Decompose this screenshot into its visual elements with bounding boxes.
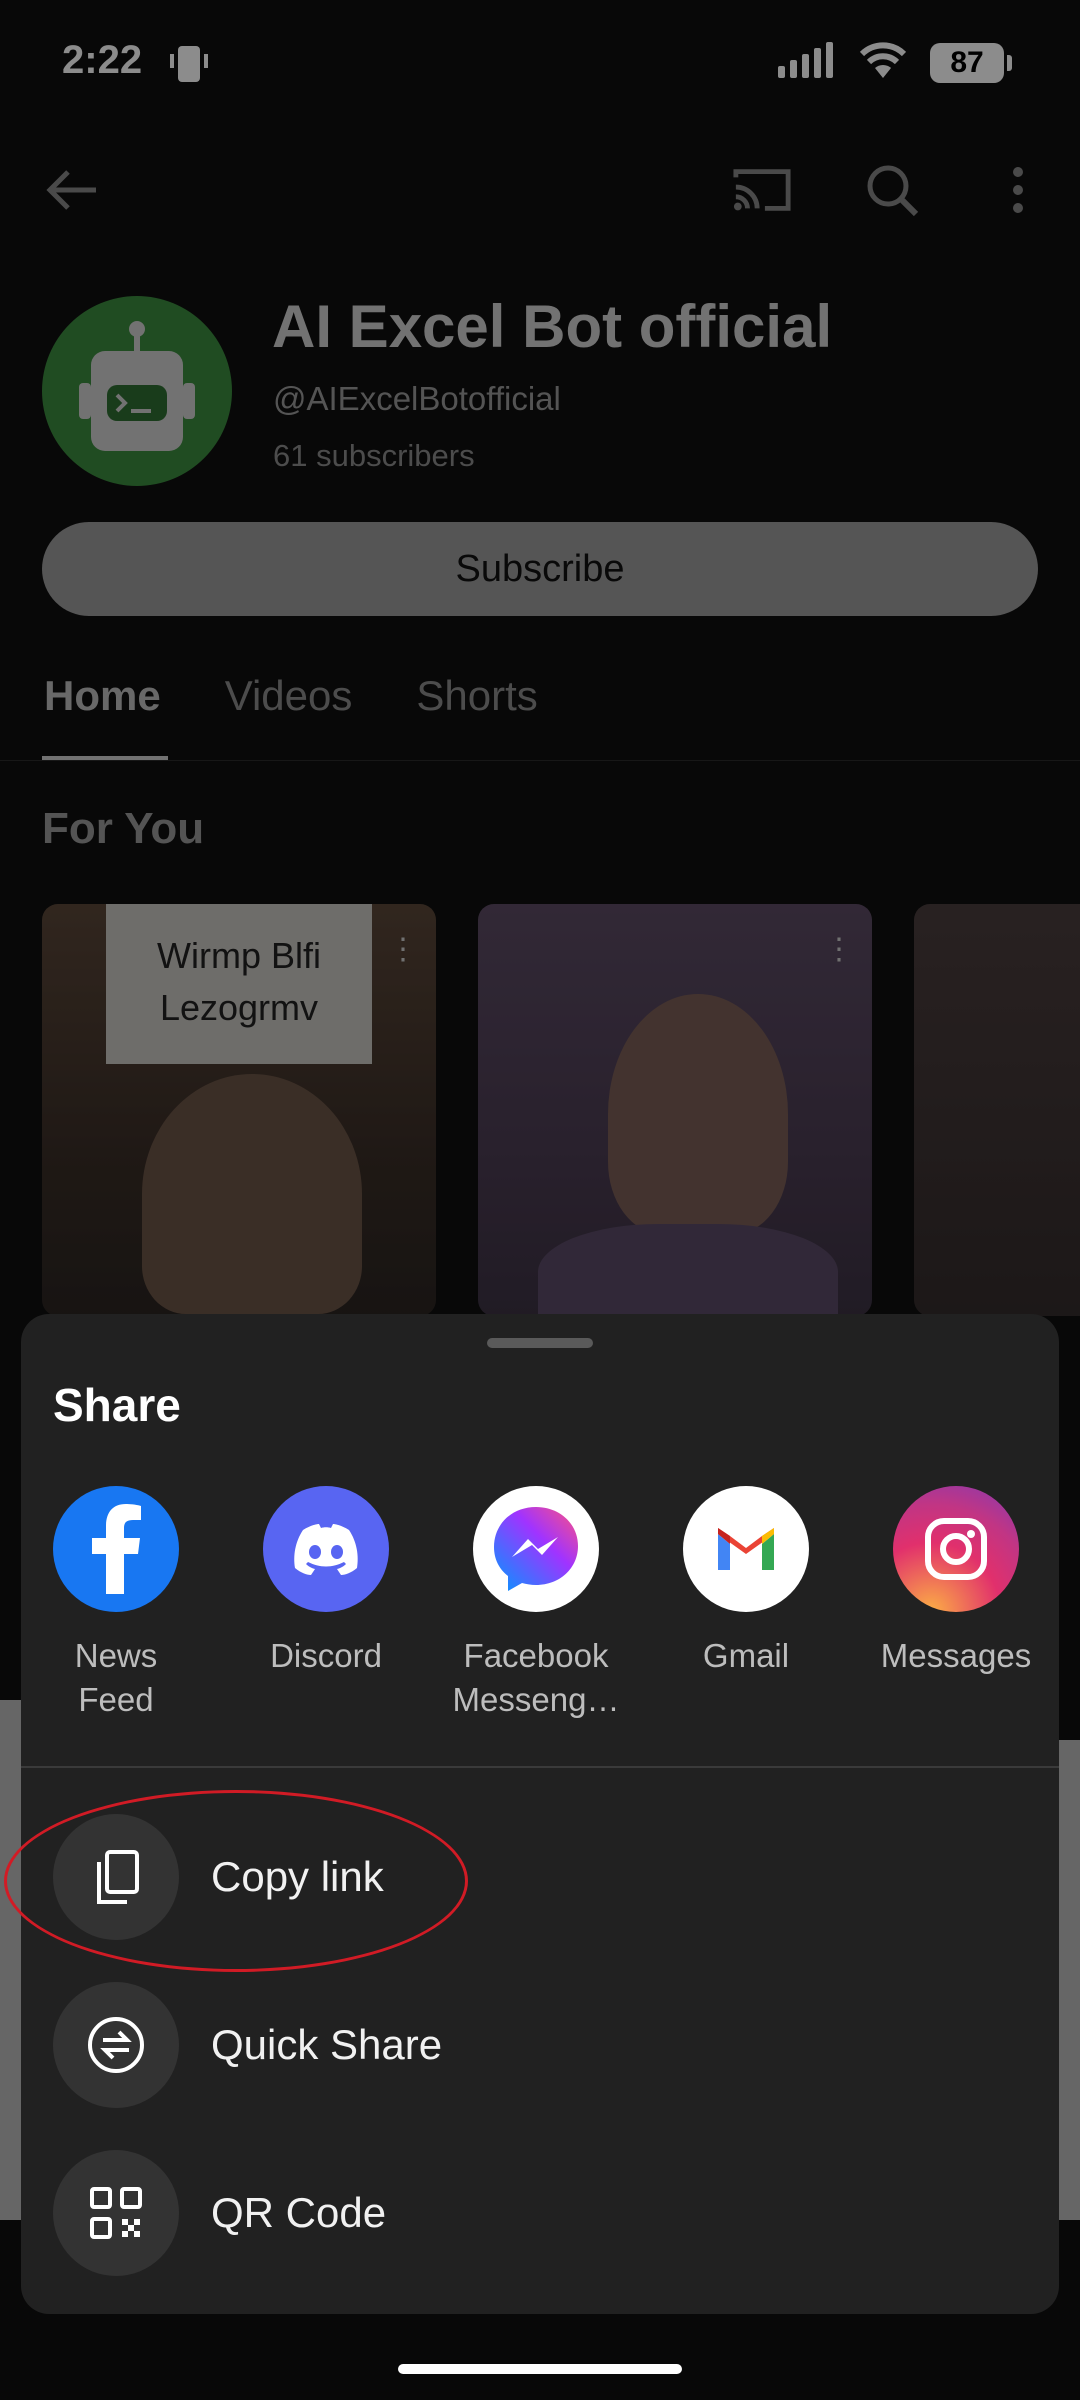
- facebook-icon: [53, 1486, 179, 1612]
- share-title: Share: [53, 1379, 181, 1431]
- share-app-label: Gmail: [702, 1637, 790, 1674]
- qr-code-icon: [53, 2150, 179, 2276]
- share-app-label: News Feed: [74, 1637, 158, 1718]
- instagram-icon: [893, 1486, 1019, 1612]
- discord-icon: [263, 1486, 389, 1612]
- share-app-discord[interactable]: Discord: [226, 1486, 426, 1678]
- share-app-news-feed[interactable]: News Feed: [16, 1486, 216, 1722]
- messenger-icon: [473, 1486, 599, 1612]
- quick-share-button[interactable]: Quick Share: [53, 1982, 1013, 2108]
- share-app-label: Messages: [880, 1637, 1032, 1674]
- qr-code-button[interactable]: QR Code: [53, 2150, 1013, 2276]
- share-app-label: Facebook Messeng…: [452, 1637, 620, 1718]
- home-indicator[interactable]: [398, 2364, 682, 2374]
- gmail-icon: [683, 1486, 809, 1612]
- share-app-label: Discord: [270, 1637, 382, 1674]
- sheet-divider: [21, 1766, 1059, 1768]
- quick-share-icon: [53, 1982, 179, 2108]
- qr-code-label: QR Code: [211, 2189, 387, 2236]
- share-app-facebook-messenger[interactable]: Facebook Messeng…: [436, 1486, 636, 1722]
- red-highlight-circle: [4, 1790, 468, 1972]
- share-app-messages[interactable]: Messages: [856, 1486, 1056, 1678]
- share-app-gmail[interactable]: Gmail: [646, 1486, 846, 1678]
- drag-handle[interactable]: [487, 1338, 593, 1348]
- quick-share-label: Quick Share: [211, 2021, 443, 2068]
